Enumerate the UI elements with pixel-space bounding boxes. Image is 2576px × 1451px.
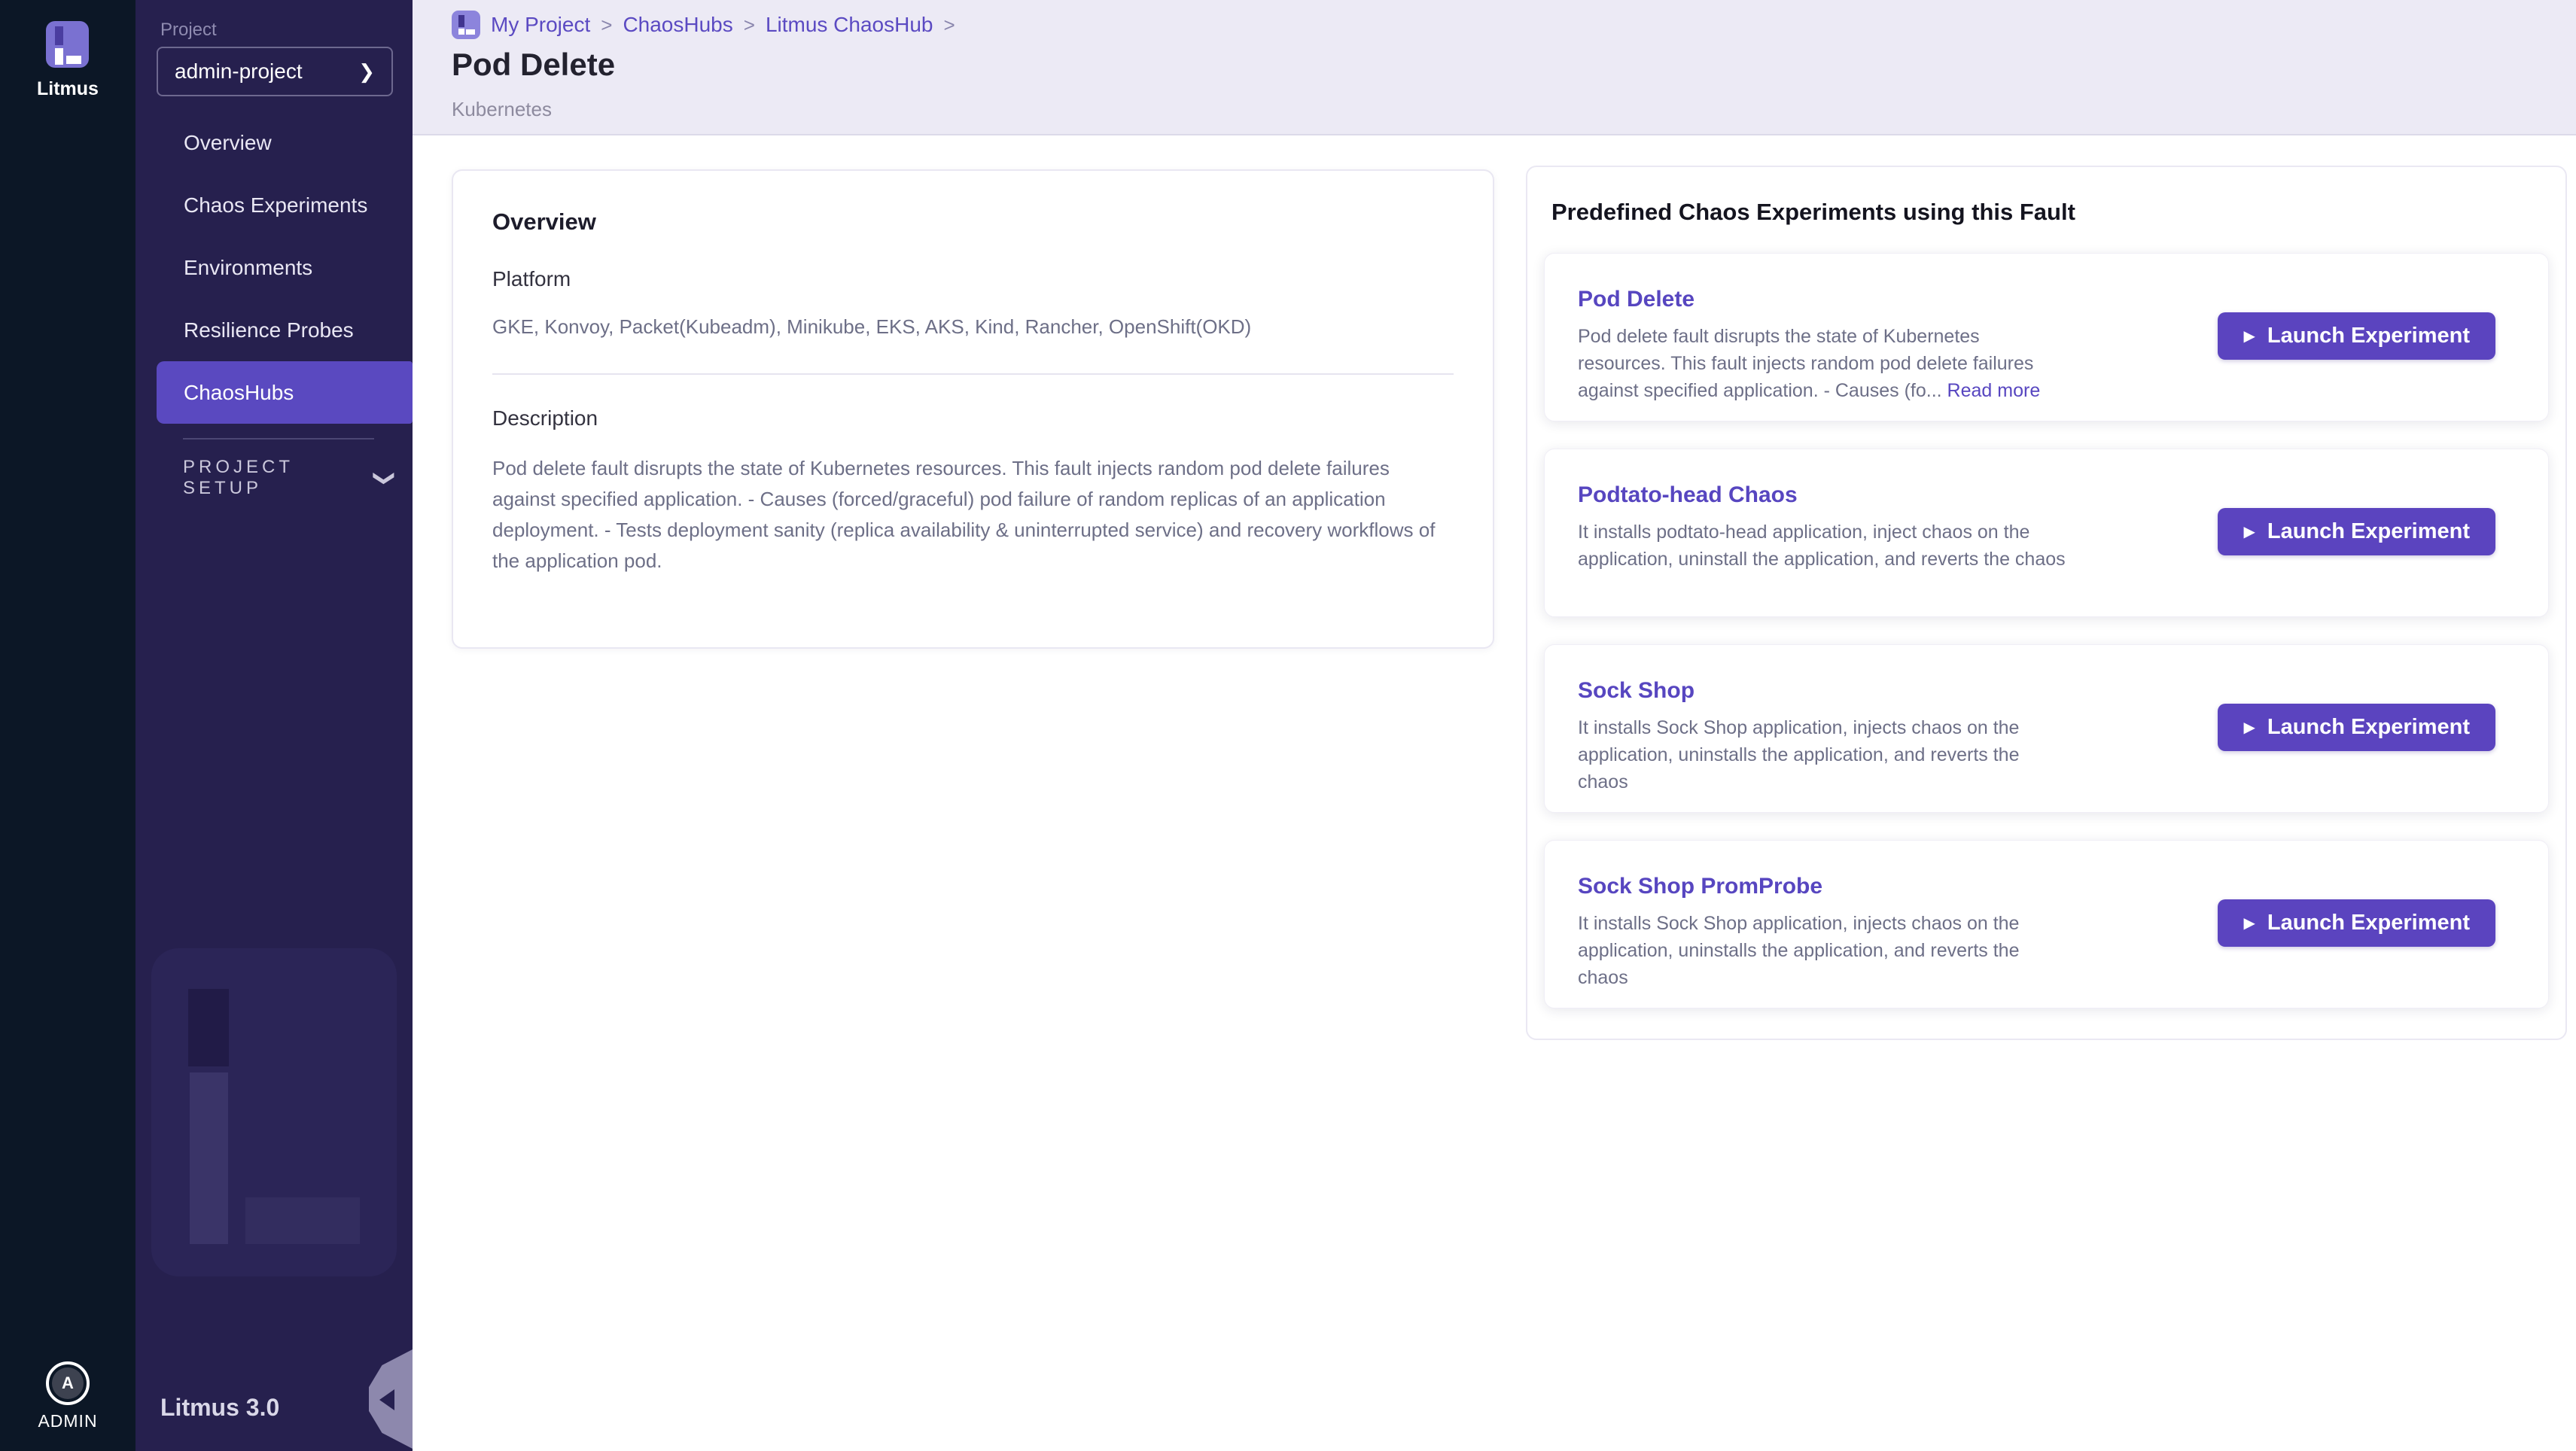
play-icon: ▶	[2243, 916, 2255, 931]
experiment-title[interactable]: Sock Shop	[1578, 678, 2515, 704]
page-subtitle: Kubernetes	[452, 98, 552, 121]
avatar[interactable]: A	[46, 1361, 90, 1405]
platform-value: GKE, Konvoy, Packet(Kubeadm), Minikube, …	[492, 315, 1433, 339]
experiment-description: It installs Sock Shop application, injec…	[1578, 910, 2067, 991]
watermark-foot	[245, 1197, 360, 1244]
breadcrumb: My Project > ChaosHubs > Litmus ChaosHub…	[452, 11, 955, 39]
version-label: Litmus 3.0	[160, 1394, 279, 1422]
description-label: Description	[492, 406, 1454, 430]
project-label: Project	[160, 20, 217, 41]
read-more-link[interactable]: Read more	[1947, 380, 2041, 401]
bc-icon-foot	[466, 29, 475, 35]
breadcrumb-separator: >	[944, 14, 955, 37]
main-content: Overview Platform GKE, Konvoy, Packet(Ku…	[413, 137, 2576, 1451]
logo-dot	[55, 26, 63, 45]
avatar-initial: A	[52, 1367, 84, 1399]
launch-experiment-button[interactable]: ▶ Launch Experiment	[2218, 899, 2495, 947]
sidebar: Project admin-project ❯ Overview Chaos E…	[135, 0, 413, 1451]
sidebar-item-chaos-experiments[interactable]: Chaos Experiments	[157, 174, 413, 236]
watermark-stem	[190, 1072, 228, 1244]
project-setup-toggle[interactable]: PROJECT SETUP ❯	[183, 459, 394, 497]
bc-icon-stem	[458, 29, 464, 35]
experiment-description: Pod delete fault disrupts the state of K…	[1578, 323, 2067, 404]
sidebar-item-label: Chaos Experiments	[184, 193, 367, 217]
play-icon: ▶	[2243, 525, 2255, 540]
launch-button-label: Launch Experiment	[2267, 715, 2470, 740]
overview-divider	[492, 373, 1454, 375]
platform-label: Platform	[492, 267, 1454, 291]
sidebar-divider	[183, 438, 374, 440]
description-text: Pod delete fault disrupts the state of K…	[492, 453, 1441, 576]
experiment-card-sock-shop: Sock Shop It installs Sock Shop applicat…	[1544, 644, 2549, 813]
launch-button-label: Launch Experiment	[2267, 911, 2470, 935]
sidebar-item-overview[interactable]: Overview	[157, 111, 413, 174]
sidebar-collapse-button[interactable]	[369, 1349, 413, 1449]
overview-heading: Overview	[492, 208, 1454, 236]
left-rail: Litmus A ADMIN	[0, 0, 135, 1451]
sidebar-item-label: Resilience Probes	[184, 318, 354, 342]
account-section: A ADMIN	[0, 1361, 135, 1431]
sidebar-item-label: Environments	[184, 256, 312, 280]
launch-button-label: Launch Experiment	[2267, 519, 2470, 544]
breadcrumb-separator: >	[744, 14, 755, 37]
experiment-description: It installs Sock Shop application, injec…	[1578, 714, 2067, 795]
fault-overview-card: Overview Platform GKE, Konvoy, Packet(Ku…	[452, 169, 1494, 649]
sidebar-item-environments[interactable]: Environments	[157, 236, 413, 299]
watermark-dot	[188, 989, 229, 1066]
launch-experiment-button[interactable]: ▶ Launch Experiment	[2218, 704, 2495, 751]
project-selector[interactable]: admin-project ❯	[157, 47, 393, 96]
experiment-card-podtato-head: Podtato-head Chaos It installs podtato-h…	[1544, 449, 2549, 617]
breadcrumb-litmus-icon	[452, 11, 480, 39]
sidebar-item-label: ChaosHubs	[184, 381, 294, 405]
project-setup-label: PROJECT SETUP	[183, 457, 376, 499]
sidebar-item-resilience-probes[interactable]: Resilience Probes	[157, 299, 413, 361]
experiment-card-sock-shop-promprobe: Sock Shop PromProbe It installs Sock Sho…	[1544, 840, 2549, 1008]
experiment-title[interactable]: Sock Shop PromProbe	[1578, 874, 2515, 899]
breadcrumb-separator: >	[601, 14, 612, 37]
litmus-logo-icon[interactable]	[46, 21, 89, 68]
predefined-experiments-panel: Predefined Chaos Experiments using this …	[1526, 166, 2567, 1040]
sidebar-item-chaoshubs[interactable]: ChaosHubs	[157, 361, 413, 424]
breadcrumb-my-project[interactable]: My Project	[491, 13, 590, 37]
play-icon: ▶	[2243, 720, 2255, 735]
logo-stem	[55, 48, 63, 65]
breadcrumb-litmus-chaoshub[interactable]: Litmus ChaosHub	[766, 13, 933, 37]
experiments-heading: Predefined Chaos Experiments using this …	[1551, 199, 2549, 226]
breadcrumb-chaoshubs[interactable]: ChaosHubs	[623, 13, 732, 37]
launch-experiment-button[interactable]: ▶ Launch Experiment	[2218, 508, 2495, 555]
launch-experiment-button[interactable]: ▶ Launch Experiment	[2218, 312, 2495, 360]
launch-button-label: Launch Experiment	[2267, 324, 2470, 348]
admin-label: ADMIN	[0, 1411, 135, 1431]
sidebar-item-label: Overview	[184, 131, 272, 155]
litmus-watermark-logo	[151, 948, 397, 1276]
logo-foot	[66, 56, 81, 64]
collapse-arrow-icon	[379, 1389, 394, 1410]
page-header: My Project > ChaosHubs > Litmus ChaosHub…	[413, 0, 2576, 135]
experiment-title[interactable]: Pod Delete	[1578, 287, 2515, 312]
experiment-title[interactable]: Podtato-head Chaos	[1578, 482, 2515, 508]
project-selector-value: admin-project	[175, 59, 358, 84]
brand-name: Litmus	[0, 78, 135, 100]
chevron-down-icon: ❯	[373, 469, 397, 486]
bc-icon-dot	[458, 15, 464, 27]
chevron-right-icon: ❯	[358, 60, 375, 84]
page-title: Pod Delete	[452, 47, 615, 83]
experiment-card-pod-delete: Pod Delete Pod delete fault disrupts the…	[1544, 253, 2549, 421]
experiment-description: It installs podtato-head application, in…	[1578, 519, 2067, 573]
play-icon: ▶	[2243, 329, 2255, 344]
sidebar-nav: Overview Chaos Experiments Environments …	[135, 111, 413, 424]
